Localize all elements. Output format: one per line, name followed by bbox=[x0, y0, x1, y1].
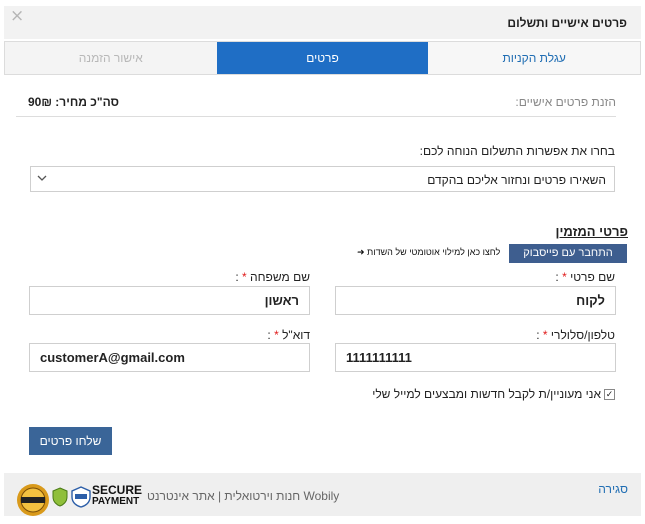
personal-details-modal: × פרטים אישיים ותשלום עגלת הקניות פרטים … bbox=[4, 6, 641, 516]
summary-label: הזנת פרטים אישיים: bbox=[515, 95, 616, 109]
first-name-input[interactable]: לקוח bbox=[335, 286, 616, 315]
first-name-label: שם פרטי * : bbox=[555, 270, 615, 284]
shield-icon bbox=[52, 487, 68, 507]
order-total: סה"כ מחיר: 90₪ bbox=[28, 95, 119, 109]
secure-payment-badge: SECURE PAYMENT bbox=[92, 483, 143, 507]
phone-label: טלפון/סלולרי * : bbox=[536, 328, 615, 342]
payment-prompt: בחרו את אפשרות התשלום הנוחה לכם: bbox=[419, 144, 615, 158]
submit-details-button[interactable]: שלחו פרטים bbox=[29, 427, 112, 455]
step-details: פרטים bbox=[216, 42, 429, 74]
footer-close-link[interactable]: סגירה bbox=[598, 482, 628, 496]
facebook-hint: לחצו כאן למילוי אוטומטי של השדות ➜ bbox=[357, 247, 501, 257]
summary-row: הזנת פרטים אישיים: סה"כ מחיר: 90₪ bbox=[16, 93, 616, 117]
step-cart[interactable]: עגלת הקניות bbox=[428, 42, 640, 74]
payment-method-value: השאירו פרטים ונחזור אליכם בהקדם bbox=[427, 173, 606, 187]
modal-title: פרטים אישיים ותשלום bbox=[507, 16, 627, 30]
modal-footer: סגירה Wobily חנות וירטואלית | אתר אינטרנ… bbox=[4, 473, 641, 516]
chevron-down-icon bbox=[37, 171, 47, 188]
phone-input[interactable]: 1111111111 bbox=[335, 343, 616, 372]
newsletter-checkbox[interactable]: ✓ bbox=[604, 388, 615, 400]
close-icon[interactable]: × bbox=[10, 6, 24, 26]
payment-method-select[interactable]: השאירו פרטים ונחזור אליכם בהקדם bbox=[30, 166, 615, 192]
email-input[interactable]: customerA@gmail.com bbox=[29, 343, 310, 372]
newsletter-option: ✓ אני מעוניין/ת לקבל חדשות ומבצעים למייל… bbox=[372, 387, 615, 401]
facebook-connect-button[interactable]: התחבר עם פייסבוק bbox=[509, 244, 627, 263]
footer-brand: Wobily חנות וירטואלית | אתר אינטרנט bbox=[147, 489, 340, 503]
newsletter-label: אני מעוניין/ת לקבל חדשות ומבצעים למייל ש… bbox=[372, 387, 601, 401]
email-label: דוא"ל * : bbox=[267, 328, 310, 342]
modal-header: × פרטים אישיים ותשלום bbox=[4, 6, 641, 39]
checkout-steps: עגלת הקניות פרטים אישור הזמנה bbox=[4, 41, 641, 75]
pci-icon bbox=[71, 486, 91, 508]
last-name-input[interactable]: ראשון bbox=[29, 286, 310, 315]
step-confirmation: אישור הזמנה bbox=[4, 42, 217, 74]
orderer-section-title: פרטי המזמין bbox=[555, 224, 628, 239]
last-name-label: שם משפחה * : bbox=[235, 270, 310, 284]
secure-seal-icon bbox=[16, 483, 50, 517]
